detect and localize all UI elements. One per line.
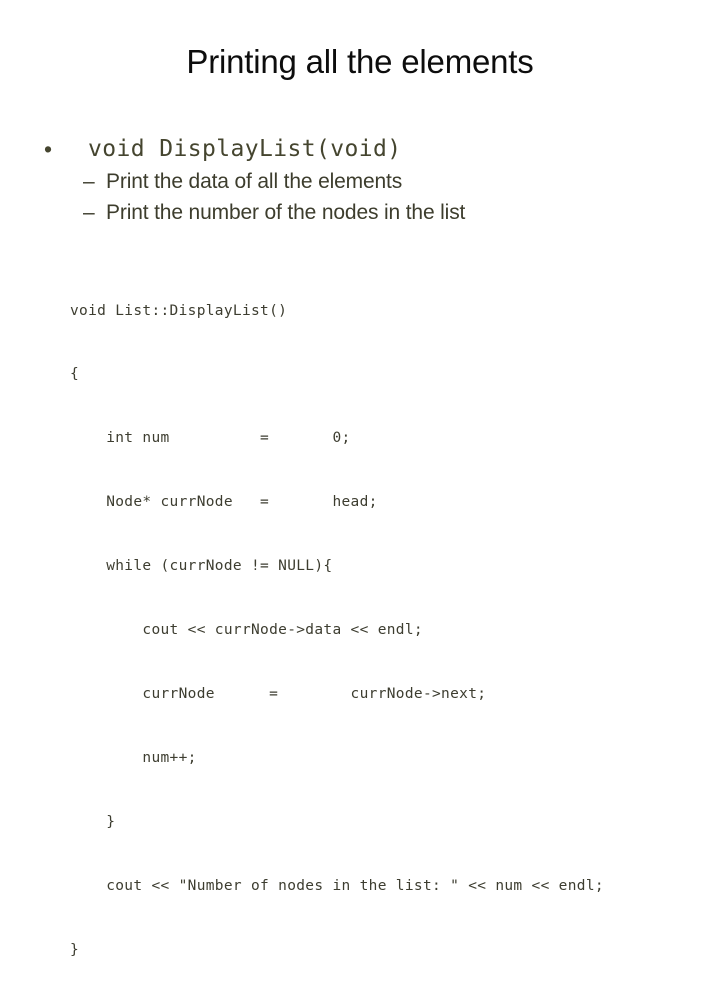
bullet-item-level1-label: void DisplayList(void)	[88, 136, 402, 162]
page-title: Printing all the elements	[186, 43, 534, 80]
code-line: int num = 0;	[70, 430, 351, 447]
code-line: cout << "Number of nodes in the list: " …	[70, 877, 604, 894]
dash-bullet-icon: –	[83, 201, 95, 224]
code-line: currNode = currNode->next;	[70, 685, 487, 702]
bullet-dot-icon: •	[44, 136, 53, 162]
code-line: num++;	[70, 749, 197, 766]
code-line: Node* currNode = head;	[70, 494, 378, 511]
code-block: void List::DisplayList() { int num = 0; …	[70, 258, 720, 1003]
bullet-item-level2-1-label: Print the data of all the elements	[106, 170, 403, 193]
code-line: while (currNode != NULL){	[70, 558, 333, 575]
code-line: {	[70, 366, 80, 383]
bullet-item-level2-1: – Print the data of all the elements	[0, 166, 720, 197]
code-line: }	[70, 813, 116, 830]
dash-bullet-icon: –	[83, 170, 95, 193]
outline-body: • void DisplayList(void) – Print the dat…	[0, 132, 720, 228]
slide-canvas: Printing all the elements • void Display…	[0, 0, 720, 958]
code-line: }	[70, 941, 80, 958]
bullet-item-level1: • void DisplayList(void)	[0, 132, 720, 166]
code-line: cout << currNode->data << endl;	[70, 622, 423, 639]
code-line: void List::DisplayList()	[70, 302, 288, 319]
bullet-item-level2-2-label: Print the number of the nodes in the lis…	[106, 201, 466, 224]
bullet-item-level2-2: – Print the number of the nodes in the l…	[0, 197, 720, 228]
